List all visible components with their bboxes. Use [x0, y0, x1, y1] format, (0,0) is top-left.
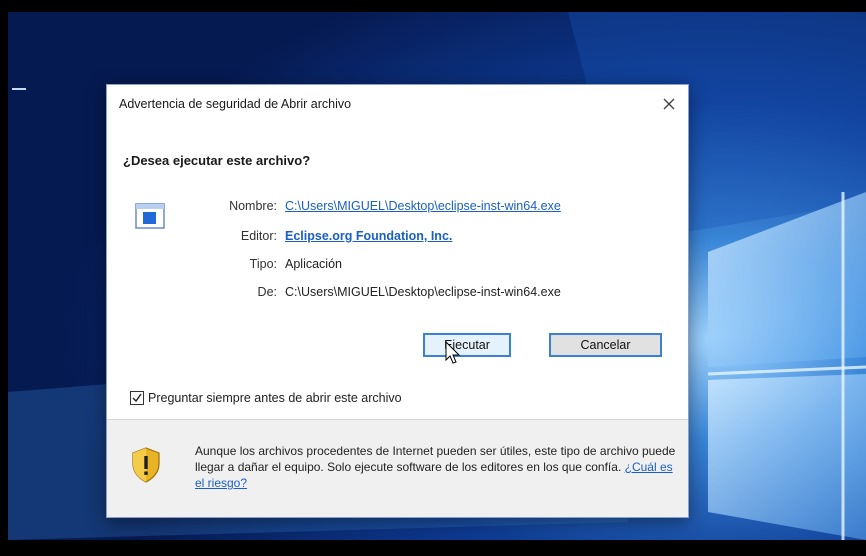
from-value: C:\Users\MIGUEL\Desktop\eclipse-inst-win…	[285, 285, 561, 299]
security-warning-dialog: Advertencia de seguridad de Abrir archiv…	[106, 84, 689, 518]
always-ask-label: Preguntar siempre antes de abrir este ar…	[148, 391, 402, 405]
publisher-value-link[interactable]: Eclipse.org Foundation, Inc.	[285, 229, 452, 243]
from-label: De:	[257, 285, 277, 299]
type-label: Tipo:	[249, 257, 277, 271]
cancel-button[interactable]: Cancelar	[549, 333, 662, 357]
close-button[interactable]	[654, 91, 684, 117]
letterbox-bottom	[0, 540, 866, 556]
field-row-publisher: Editor: Eclipse.org Foundation, Inc.	[107, 229, 688, 247]
dialog-title: Advertencia de seguridad de Abrir archiv…	[119, 97, 352, 111]
mouse-pointer-icon	[445, 341, 461, 364]
field-row-name: Nombre: C:\Users\MIGUEL\Desktop\eclipse-…	[107, 199, 688, 217]
run-button[interactable]: Ejecutar	[423, 333, 511, 357]
always-ask-checkbox-row[interactable]: Preguntar siempre antes de abrir este ar…	[130, 391, 402, 405]
warning-message: Aunque los archivos procedentes de Inter…	[195, 443, 681, 491]
security-shield-icon	[132, 447, 160, 483]
checkmark-icon	[132, 393, 142, 403]
name-value-link[interactable]: C:\Users\MIGUEL\Desktop\eclipse-inst-win…	[285, 199, 561, 213]
warning-text: Aunque los archivos procedentes de Inter…	[195, 444, 676, 474]
always-ask-checkbox[interactable]	[130, 391, 144, 405]
field-row-from: De: C:\Users\MIGUEL\Desktop\eclipse-inst…	[107, 285, 688, 303]
letterbox-left	[0, 0, 8, 556]
dialog-titlebar[interactable]: Advertencia de seguridad de Abrir archiv…	[107, 85, 688, 125]
dialog-question: ¿Desea ejecutar este archivo?	[123, 153, 311, 168]
type-value: Aplicación	[285, 257, 342, 271]
letterbox-top	[0, 0, 866, 12]
field-row-type: Tipo: Aplicación	[107, 257, 688, 275]
close-icon	[663, 98, 675, 110]
name-label: Nombre:	[229, 199, 277, 213]
desktop: Advertencia de seguridad de Abrir archiv…	[0, 0, 866, 556]
publisher-label: Editor:	[240, 229, 277, 243]
